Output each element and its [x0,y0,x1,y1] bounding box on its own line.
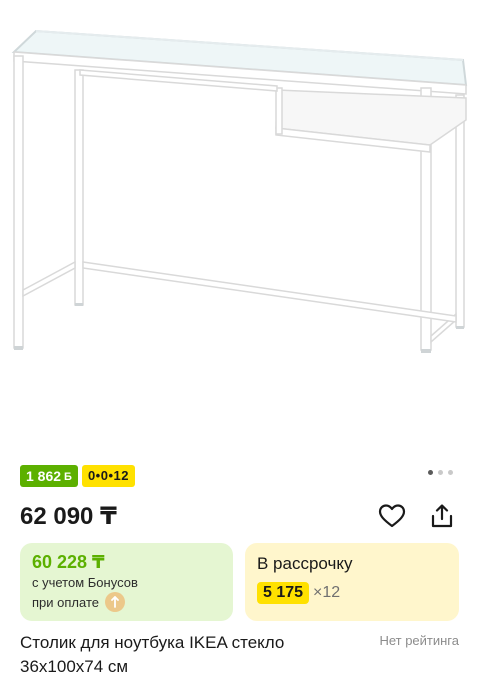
gallery-pagination [428,470,453,475]
installment-multiplier: ×12 [313,584,341,601]
gallery-dot [438,470,443,475]
share-icon [431,504,453,528]
promo-badges: 1 862 Б 0•0•12 [20,465,135,487]
product-image[interactable] [0,0,479,455]
heart-icon [378,504,406,528]
bonus-price-card[interactable]: 60 228 ₸ с учетом Бонусов при оплате [20,543,233,621]
installment-title: В рассрочку [257,554,353,573]
bonus-caption-2: при оплате [32,594,99,610]
product-title: Столик для ноутбука IKEA стекло 36х100х7… [20,633,285,676]
gallery-dot-active [428,470,433,475]
payment-coin-icon [104,592,125,612]
bonus-badge: 1 862 Б [20,465,78,487]
bonus-price: 60 228 ₸ [32,552,105,572]
bonus-icon: Б [64,471,72,483]
share-button[interactable] [426,500,458,532]
desk-illustration [11,29,468,353]
installment-badge: 0•0•12 [81,465,135,487]
installment-card[interactable]: В рассрочку 5 175 ×12 [245,543,459,621]
bonus-badge-value: 1 862 [26,468,62,484]
product-price: 62 090 ₸ [20,503,117,530]
installment-amount: 5 175 [257,582,310,604]
gallery-dot [448,470,453,475]
bonus-caption-1: с учетом Бонусов [32,575,138,590]
rating-status[interactable]: Нет рейтинга [379,633,459,648]
favorite-button[interactable] [376,500,408,532]
